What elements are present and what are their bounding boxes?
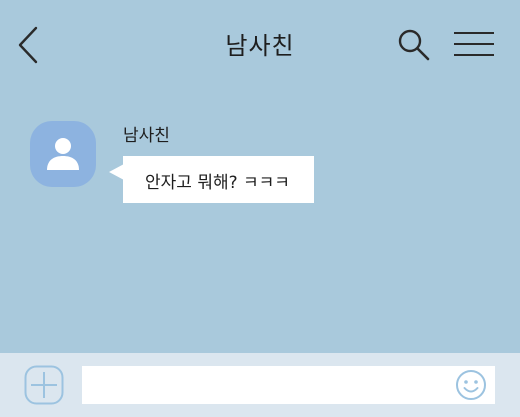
search-icon [398,29,430,61]
emoji-button[interactable] [455,369,487,401]
hamburger-menu-icon [454,32,494,56]
message-bubble[interactable]: 안자고 뭐해? ㅋㅋㅋ [123,156,314,203]
search-button[interactable] [396,27,432,63]
chat-title: 남사친 [225,32,295,60]
chat-screen: 남사친 남사친 안자고 뭐해? ㅋㅋㅋ [0,0,520,417]
message-text: 안자고 뭐해? ㅋㅋㅋ [145,173,290,193]
menu-button[interactable] [452,30,496,60]
plus-icon [24,365,64,405]
add-attachment-button[interactable] [24,365,64,405]
sender-name: 남사친 [123,126,170,146]
chat-header: 남사친 [0,0,520,90]
smiley-icon [456,370,486,400]
user-icon [47,138,79,170]
avatar[interactable] [30,121,96,187]
message-composer [0,353,520,417]
bubble-tail [109,164,124,180]
message-input[interactable] [82,366,495,404]
